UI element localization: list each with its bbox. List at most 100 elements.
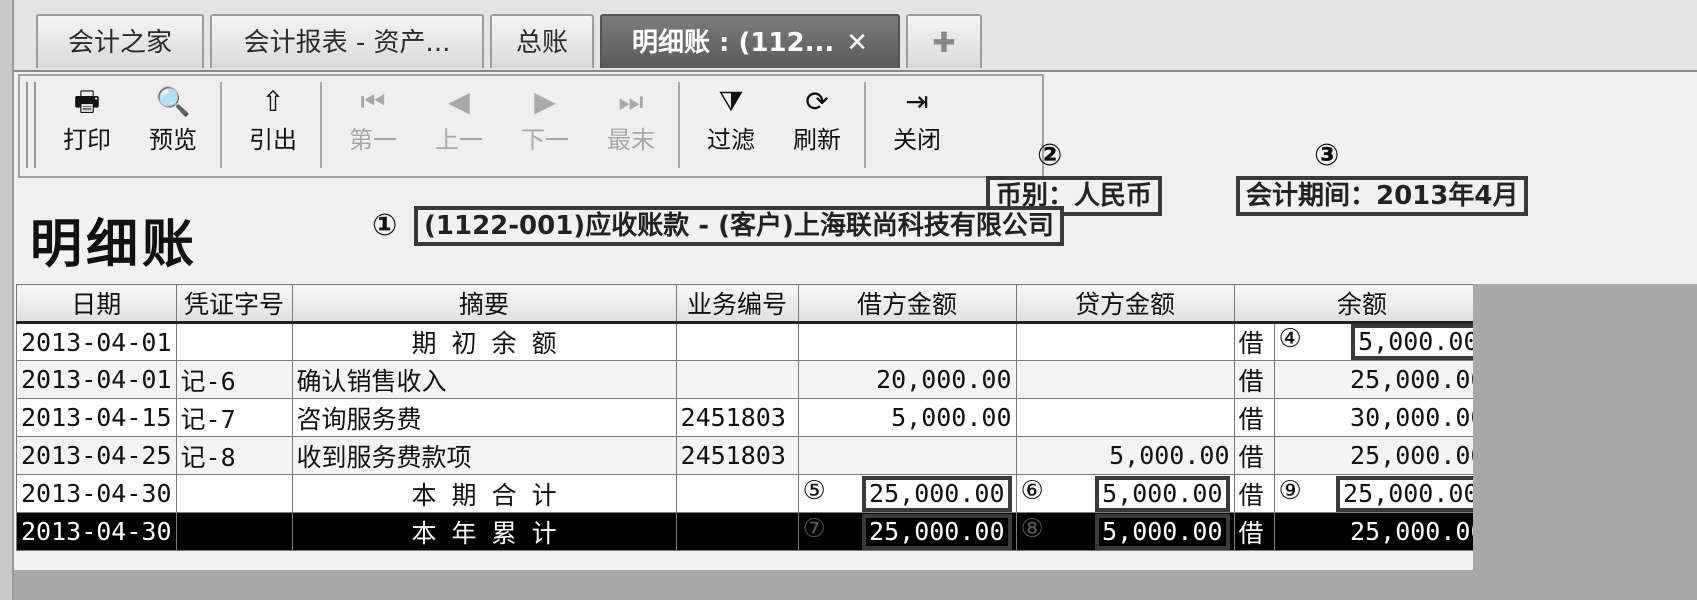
cell-balance: 25,000.00 — [1273, 436, 1491, 475]
marker-7: ⑦ — [802, 513, 826, 544]
prev-label: 上一 — [435, 126, 483, 154]
table-header-row: 日期 凭证字号 摘要 业务编号 借方金额 贷方金额 余额 — [16, 284, 1491, 324]
cell-date: 2013-04-01 — [16, 322, 177, 361]
col-header-balance[interactable]: 余额 — [1233, 284, 1491, 324]
cell-balance: 25,000.00 — [1273, 512, 1491, 551]
marker-2: ② — [1037, 138, 1063, 173]
table-row[interactable]: 2013-04-01 记-6 确认销售收入 20,000.00 借 25,000… — [16, 360, 1491, 399]
cell-bizno: 2451803 — [675, 398, 799, 437]
close-label: 关闭 — [893, 126, 941, 154]
close-tab-icon[interactable]: ✕ — [846, 28, 868, 58]
tab-accounting-home[interactable]: 会计之家 — [36, 14, 204, 68]
cell-summary: 确认销售收入 — [291, 360, 677, 399]
refresh-label: 刷新 — [793, 126, 841, 154]
cell-date: 2013-04-30 — [16, 512, 177, 551]
debit-value: 25,000.00 — [862, 475, 1012, 512]
new-tab-button[interactable]: ✚ — [906, 14, 982, 68]
col-header-summary[interactable]: 摘要 — [291, 284, 677, 324]
toolbar-grip[interactable] — [26, 82, 36, 168]
preview-label: 预览 — [149, 126, 197, 154]
next-icon: ▶ — [534, 85, 556, 118]
table-row[interactable]: 2013-04-01 期 初 余 额 借 ④ 5,000.00 — [16, 322, 1491, 361]
tab-detail-ledger[interactable]: 明细账 : (112... ✕ — [600, 14, 900, 68]
cell-balance: ⑨ 25,000.00 — [1273, 474, 1491, 513]
tab-balance-sheet[interactable]: 会计报表 - 资产... — [210, 14, 484, 68]
next-button[interactable]: ▶ 下一 — [504, 84, 586, 168]
account-label: (1122-001)应收账款 - (客户)上海联尚科技有限公司 — [414, 206, 1064, 246]
filter-button[interactable]: ⧩ 过滤 — [690, 84, 772, 168]
exit-door-icon: ⇥ — [905, 85, 929, 118]
last-button[interactable]: ⏭ 最末 — [590, 84, 672, 168]
filter-label: 过滤 — [707, 126, 755, 154]
cell-direction: 借 — [1233, 474, 1275, 513]
toolbar-separator — [220, 82, 222, 168]
balance-value: 5,000.00 — [1351, 324, 1486, 360]
first-button[interactable]: ⏮ 第一 — [332, 84, 414, 168]
export-button[interactable]: ⇧ 引出 — [232, 84, 314, 168]
cell-direction: 借 — [1233, 512, 1275, 551]
tab-label: 会计之家 — [67, 28, 172, 58]
filter-icon: ⧩ — [718, 85, 744, 118]
cell-bizno: 2451803 — [675, 436, 799, 475]
cell-date: 2013-04-30 — [16, 474, 177, 513]
empty-grid-area — [1473, 284, 1697, 600]
marker-1: ① — [372, 208, 398, 243]
cell-date: 2013-04-25 — [16, 436, 177, 475]
toolbar-separator — [320, 82, 322, 168]
cell-summary: 收到服务费款项 — [291, 436, 677, 475]
cell-debit: 20,000.00 — [797, 360, 1017, 399]
cell-bizno — [675, 512, 799, 551]
prev-button[interactable]: ◀ 上一 — [418, 84, 500, 168]
page-title: 明细账 — [30, 214, 199, 275]
print-label: 打印 — [63, 126, 111, 154]
last-icon: ⏭ — [618, 85, 644, 118]
cell-date: 2013-04-01 — [16, 360, 177, 399]
toolbar-separator — [678, 82, 680, 168]
plus-icon: ✚ — [932, 26, 956, 59]
cell-debit — [797, 322, 1017, 361]
table-row[interactable]: 2013-04-30 本 期 合 计 ⑤ 25,000.00 ⑥ 5,000.00 … — [16, 474, 1491, 513]
cell-voucher: 记-7 — [175, 398, 293, 437]
cell-direction: 借 — [1233, 322, 1275, 361]
cell-credit: ⑧ 5,000.00 — [1015, 512, 1235, 551]
table-row[interactable]: 2013-04-25 记-8 收到服务费款项 2451803 5,000.00 … — [16, 436, 1491, 475]
cell-balance: 30,000.00 — [1273, 398, 1491, 437]
cell-balance: ④ 5,000.00 — [1273, 322, 1491, 361]
marker-8: ⑧ — [1020, 513, 1044, 544]
marker-9: ⑨ — [1278, 475, 1302, 506]
col-header-bizno[interactable]: 业务编号 — [675, 284, 799, 324]
cell-voucher — [175, 322, 293, 361]
col-header-date[interactable]: 日期 — [16, 284, 177, 324]
first-icon: ⏮ — [360, 85, 386, 118]
tab-general-ledger[interactable]: 总账 — [490, 14, 594, 68]
first-label: 第一 — [349, 126, 397, 154]
cell-bizno — [675, 474, 799, 513]
export-icon: ⇧ — [261, 85, 285, 118]
cell-credit: 5,000.00 — [1015, 436, 1235, 475]
window-frame: 会计之家 会计报表 - 资产... 总账 明细账 : (112... ✕ ✚ 🖶 打… — [12, 0, 1697, 600]
cell-bizno — [675, 360, 799, 399]
refresh-button[interactable]: ⟳ 刷新 — [776, 84, 858, 168]
table-row-selected[interactable]: 2013-04-30 本 年 累 计 ⑦ 25,000.00 ⑧ 5,000.00 … — [16, 512, 1491, 551]
tab-bar: 会计之家 会计报表 - 资产... 总账 明细账 : (112... ✕ ✚ — [14, 0, 1697, 72]
export-label: 引出 — [249, 126, 297, 154]
close-button[interactable]: ⇥ 关闭 — [876, 84, 958, 168]
preview-icon: 🔍 — [155, 85, 191, 118]
cell-voucher — [175, 512, 293, 551]
cell-credit: ⑥ 5,000.00 — [1015, 474, 1235, 513]
tab-label: 总账 — [515, 28, 568, 58]
cell-date: 2013-04-15 — [16, 398, 177, 437]
col-header-voucher[interactable]: 凭证字号 — [175, 284, 293, 324]
tab-label: 会计报表 - 资产... — [243, 28, 451, 58]
col-header-debit[interactable]: 借方金额 — [797, 284, 1017, 324]
period-label: 会计期间：2013年4月 — [1236, 176, 1529, 216]
cell-summary: 期 初 余 额 — [291, 322, 677, 361]
cell-credit — [1015, 322, 1235, 361]
preview-button[interactable]: 🔍 预览 — [132, 84, 214, 168]
col-header-credit[interactable]: 贷方金额 — [1015, 284, 1235, 324]
marker-3: ③ — [1314, 138, 1340, 173]
cell-direction: 借 — [1233, 360, 1275, 399]
table-row[interactable]: 2013-04-15 记-7 咨询服务费 2451803 5,000.00 借 … — [16, 398, 1491, 437]
cell-debit: 5,000.00 — [797, 398, 1017, 437]
print-button[interactable]: 🖶 打印 — [46, 84, 128, 168]
